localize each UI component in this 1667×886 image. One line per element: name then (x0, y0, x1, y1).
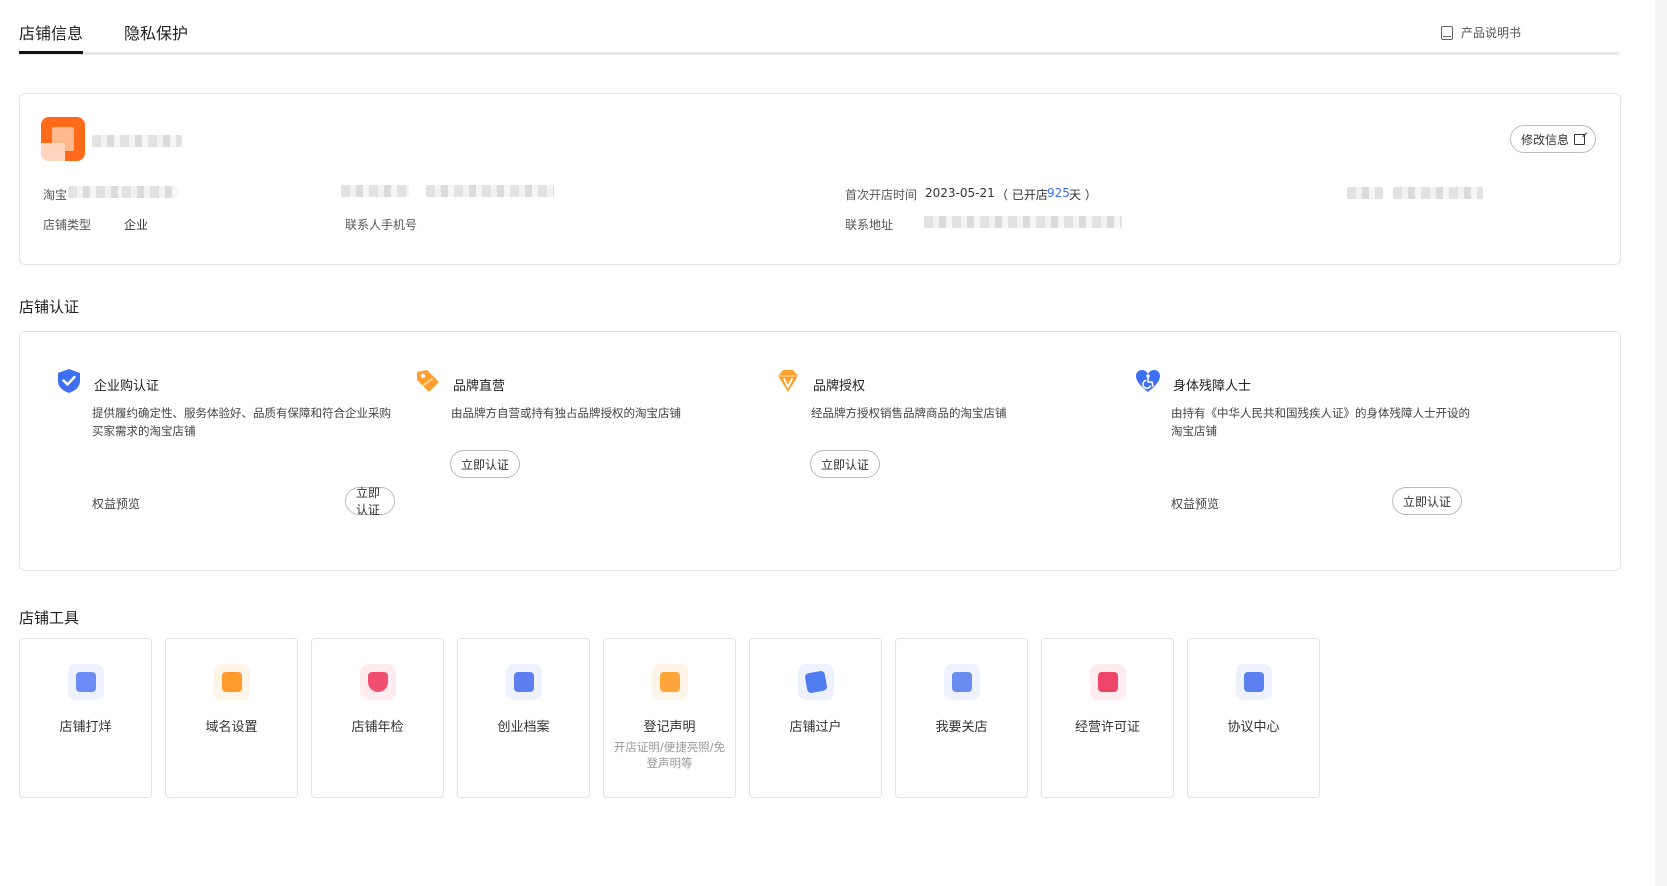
tool-label: 域名设置 (205, 720, 258, 735)
tool-label: 店铺过户 (789, 720, 842, 735)
certify-button[interactable]: 立即认证 (450, 450, 521, 478)
product-manual-link[interactable]: 产品说明书 (1440, 24, 1521, 41)
book-icon (1440, 25, 1453, 40)
tool-business-license[interactable]: 经营许可证 (1041, 638, 1174, 798)
store-close-icon (67, 664, 104, 700)
tool-agreement-center[interactable]: 协议中心 (1187, 638, 1320, 798)
tool-startup-archive[interactable]: 创业档案 (457, 638, 590, 798)
tab-bar: 店铺信息 隐私保护 产品说明书 (19, 0, 1619, 56)
certify-button[interactable]: 立即认证 (1392, 487, 1463, 515)
address-label: 联系地址 (845, 218, 894, 232)
tool-label: 我要关店 (935, 720, 988, 735)
store-info-card: 修改信息 淘宝 首次开店时间 2023-05-21 （ 已开店 925 天 ） … (19, 93, 1621, 265)
tool-registration-statement[interactable]: 登记声明 开店证明/便捷亮照/免登声明等 (603, 638, 736, 798)
first-open-label: 首次开店时间 (845, 188, 918, 202)
license-folder-icon (1089, 664, 1126, 700)
cert-desc: 由持有《中华人民共和国残疾人证》的身体残障人士开设的淘宝店铺 (1171, 406, 1470, 438)
open-days-count: 925 (1047, 186, 1070, 200)
tab-privacy[interactable]: 隐私保护 (124, 20, 188, 44)
cert-desc: 提供履约确定性、服务体验好、品质有保障和符合企业采购买家需求的淘宝店铺 (92, 406, 391, 438)
certify-button[interactable]: 立即认证 (810, 450, 881, 478)
diamond-icon (778, 370, 798, 392)
field-redacted-d (426, 185, 554, 197)
tool-store-close[interactable]: 店铺打烊 (19, 638, 152, 798)
heart-accessibility-icon (1136, 370, 1160, 392)
tool-annual-inspection[interactable]: 店铺年检 (311, 638, 444, 798)
tool-label: 协议中心 (1227, 720, 1280, 735)
shield-check-icon (58, 369, 80, 393)
tool-label: 店铺打烊 (59, 720, 112, 735)
platform-redacted-a (68, 186, 124, 198)
tab-underline-active (19, 51, 83, 54)
store-type-value: 企业 (124, 218, 149, 232)
open-days-prefix: （ 已开店 (996, 188, 1048, 202)
cert-desc: 由品牌方自营或持有独占品牌授权的淘宝店铺 (451, 406, 681, 420)
cert-card: 企业购认证 提供履约确定性、服务体验好、品质有保障和符合企业采购买家需求的淘宝店… (19, 331, 1621, 571)
benefit-preview-link[interactable]: 权益预览 (1171, 495, 1219, 512)
cert-title: 品牌授权 (813, 379, 866, 394)
tool-label: 创业档案 (497, 720, 550, 735)
edit-info-label: 修改信息 (1520, 132, 1569, 147)
agreement-icon (1235, 664, 1272, 700)
contact-phone-label: 联系人手机号 (345, 218, 418, 232)
tool-store-transfer[interactable]: 店铺过户 (749, 638, 882, 798)
certify-button[interactable]: 立即认证 (345, 486, 395, 517)
address-redacted (924, 216, 1122, 228)
open-days-suffix: 天 ） (1069, 188, 1097, 202)
cert-section-title: 店铺认证 (19, 298, 80, 316)
tools-section-title: 店铺工具 (19, 609, 80, 627)
cert-title: 品牌直营 (453, 379, 506, 394)
page-scrollbar[interactable] (1655, 0, 1667, 886)
store-avatar (41, 117, 85, 161)
store-name-redacted (92, 135, 182, 147)
transfer-card-icon (797, 664, 834, 700)
archive-icon (505, 664, 542, 700)
benefit-preview-link[interactable]: 权益预览 (92, 495, 140, 512)
platform-label: 淘宝 (43, 188, 68, 202)
field-redacted-e (1347, 187, 1383, 199)
field-redacted-f (1393, 187, 1483, 199)
tool-close-store[interactable]: 我要关店 (895, 638, 1028, 798)
document-icon (651, 664, 688, 700)
tab-store-info[interactable]: 店铺信息 (19, 20, 83, 44)
close-store-icon (943, 664, 980, 700)
store-type-label: 店铺类型 (43, 218, 92, 232)
tool-domain-settings[interactable]: 域名设置 (165, 638, 298, 798)
product-manual-label: 产品说明书 (1460, 26, 1521, 40)
platform-redacted-b (122, 186, 178, 198)
cert-desc: 经品牌方授权销售品牌商品的淘宝店铺 (811, 406, 1007, 420)
shield-search-icon (359, 664, 396, 700)
tool-sublabel: 开店证明/便捷亮照/免登声明等 (613, 740, 726, 770)
tool-label: 店铺年检 (351, 720, 404, 735)
domain-icon (213, 664, 250, 700)
edit-info-button[interactable]: 修改信息 (1509, 125, 1596, 153)
tab-underline-track (19, 52, 1619, 55)
cert-title: 企业购认证 (94, 379, 160, 394)
cert-title: 身体残障人士 (1173, 379, 1252, 394)
external-link-icon (1574, 133, 1585, 145)
tool-label: 登记声明 (643, 720, 696, 735)
tag-icon (417, 370, 439, 392)
field-redacted-c (341, 185, 409, 197)
first-open-date: 2023-05-21 (925, 186, 995, 200)
tool-label: 经营许可证 (1074, 720, 1140, 735)
